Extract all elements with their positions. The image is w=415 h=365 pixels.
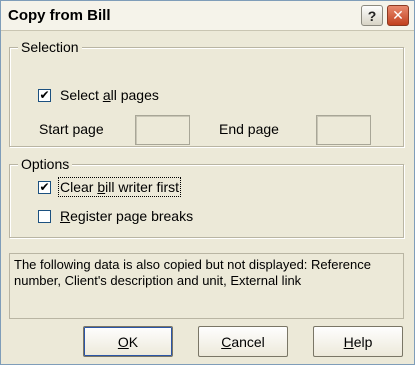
start-page-field[interactable] [135,115,190,145]
register-page-breaks-checkbox[interactable] [38,210,51,223]
select-all-label-mnemonic: a [102,87,111,103]
close-icon[interactable]: ✕ [387,5,409,26]
select-all-label-post: ll pages [110,87,159,103]
register-label-post: egister page breaks [70,208,194,224]
options-group: Options [9,156,404,238]
copy-from-bill-dialog: Copy from Bill ? ✕ Selection ✔ Select al… [0,0,415,365]
info-panel: The following data is also copied but no… [9,253,404,319]
ok-mnemonic: O [117,333,129,350]
select-all-pages-checkbox[interactable]: ✔ [38,89,51,102]
options-legend: Options [18,156,73,172]
clear-label-mnemonic: b [97,179,106,195]
clear-label-pre: Clear [60,179,98,195]
ok-button[interactable]: OK [83,326,173,357]
window-title: Copy from Bill [8,7,111,24]
ok-rest: K [128,333,139,350]
select-all-pages-label[interactable]: Select all pages [60,87,159,103]
help-mnemonic: H [343,333,354,350]
register-page-breaks-label[interactable]: Register page breaks [60,208,193,224]
title-bar[interactable]: Copy from Bill ? ✕ [1,1,414,31]
help-rest: elp [353,333,373,350]
cancel-mnemonic: C [221,333,232,350]
help-button[interactable]: Help [313,326,403,357]
end-page-field[interactable] [316,115,371,145]
register-label-mnemonic: R [60,208,71,224]
clear-bill-writer-label[interactable]: Clear bill writer first [57,177,182,197]
start-page-label: Start page [39,121,104,137]
help-icon[interactable]: ? [361,5,383,26]
clear-label-post: ill writer first [105,179,180,195]
clear-bill-writer-checkbox[interactable]: ✔ [38,181,51,194]
selection-legend: Selection [18,39,82,55]
cancel-button[interactable]: Cancel [198,326,288,357]
end-page-label: End page [219,121,279,137]
select-all-label-pre: Select [60,87,103,103]
cancel-rest: ancel [231,333,265,350]
